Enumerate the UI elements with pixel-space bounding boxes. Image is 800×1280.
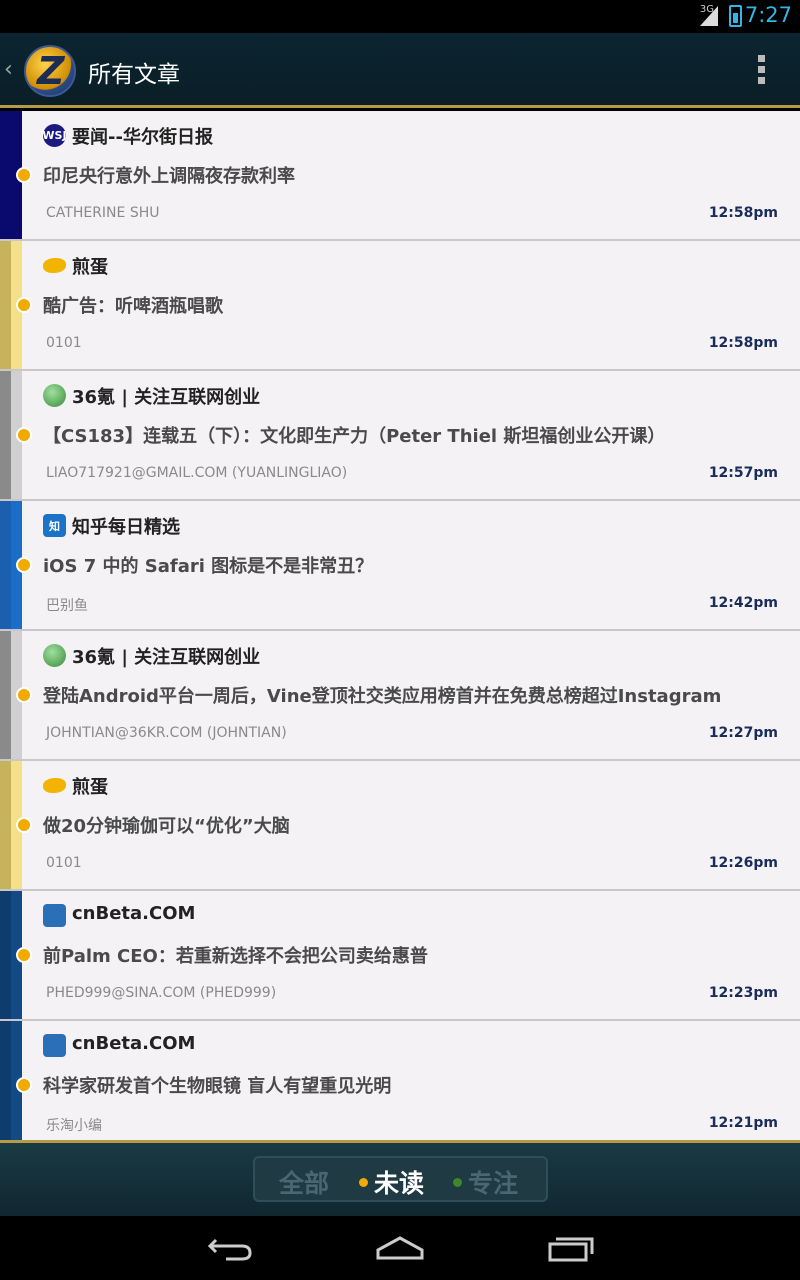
article-source: 知乎每日精选 <box>72 517 180 538</box>
article-row[interactable]: 煎蛋做20分钟瑜伽可以“优化”大脑 0101 12:26pm <box>0 761 800 891</box>
article-author: JOHNTIAN@36KR.COM (JOHNTIAN) <box>46 725 287 741</box>
signal-icon <box>700 6 718 26</box>
article-title[interactable]: 酷广告：听啤酒瓶唱歌 <box>43 292 223 318</box>
source-icon <box>43 1034 66 1057</box>
source-icon <box>43 644 66 667</box>
filter-all-tab[interactable]: 全部 <box>279 1164 329 1200</box>
source-color-bar <box>0 891 11 1019</box>
source-color-bar <box>0 241 11 369</box>
source-icon <box>43 904 66 927</box>
article-author: CATHERINE SHU <box>46 205 160 221</box>
unread-dot-icon <box>16 297 32 313</box>
article-title[interactable]: 做20分钟瑜伽可以“优化”大脑 <box>43 812 290 838</box>
source-icon <box>43 778 66 793</box>
filter-starred-tab[interactable]: 专注 <box>453 1164 518 1200</box>
article-author: 0101 <box>46 335 82 351</box>
status-time: 7:27 <box>744 3 792 27</box>
unread-dot-icon <box>16 687 32 703</box>
article-list[interactable]: WSJ 要闻--华尔街日报印尼央行意外上调隔夜存款利率 CATHERINE SHU 1… <box>0 111 800 1140</box>
article-time: 12:26pm <box>708 855 778 871</box>
source-icon <box>43 258 66 273</box>
action-bar: ‹ Z 所有文章 <box>0 33 800 108</box>
page-title: 所有文章 <box>88 62 180 88</box>
article-time: 12:21pm <box>708 1115 778 1131</box>
article-source: cnBeta.COM <box>72 1033 196 1054</box>
source-color-bar <box>0 631 11 759</box>
source-icon: 知 <box>43 514 66 537</box>
article-title[interactable]: 前Palm CEO：若重新选择不会把公司卖给惠普 <box>43 942 428 968</box>
article-title[interactable]: iOS 7 中的 Safari 图标是不是非常丑？ <box>43 552 373 578</box>
battery-icon <box>729 5 742 27</box>
article-row[interactable]: 知知乎每日精选 iOS 7 中的 Safari 图标是不是非常丑？ 巴别鱼 12:42… <box>0 501 800 631</box>
filter-segment: 全部 未读 专注 <box>253 1156 548 1202</box>
filter-unread-label: 未读 <box>374 1169 425 1198</box>
filter-bar: 全部 未读 专注 <box>0 1140 800 1216</box>
article-time: 12:23pm <box>708 985 778 1001</box>
filter-all-label: 全部 <box>279 1169 330 1198</box>
article-source: 煎蛋 <box>72 777 108 798</box>
unread-dot-icon <box>359 1177 368 1187</box>
overflow-menu-icon[interactable] <box>758 55 766 85</box>
article-author: 乐淘小编 <box>46 1118 102 1134</box>
nav-recent-apps-icon[interactable] <box>548 1232 596 1264</box>
article-author: 巴别鱼 <box>46 598 88 614</box>
article-time: 12:57pm <box>708 465 778 481</box>
article-row[interactable]: cnBeta.COM 前Palm CEO：若重新选择不会把公司卖给惠普 PHED99… <box>0 891 800 1021</box>
source-color-bar <box>0 501 11 629</box>
article-title[interactable]: 【CS183】连载五（下）：文化即生产力（Peter Thiel 斯坦福创业公开… <box>43 422 665 448</box>
unread-dot-icon <box>16 817 32 833</box>
source-color-bar <box>0 111 11 239</box>
status-bar: 3G 7:27 <box>0 0 800 33</box>
app-logo-icon[interactable]: Z <box>24 45 76 97</box>
source-color-bar <box>0 761 11 889</box>
article-source: cnBeta.COM <box>72 903 196 924</box>
article-source: 煎蛋 <box>72 257 108 278</box>
article-row[interactable]: cnBeta.COM 科学家研发首个生物眼镜 盲人有望重见光明乐淘小编 12:21p… <box>0 1021 800 1140</box>
unread-dot-icon <box>16 427 32 443</box>
article-time: 12:58pm <box>708 335 778 351</box>
article-time: 12:42pm <box>708 595 778 611</box>
unread-dot-icon <box>16 167 32 183</box>
article-row[interactable]: WSJ 要闻--华尔街日报印尼央行意外上调隔夜存款利率 CATHERINE SHU 1… <box>0 111 800 241</box>
filter-starred-label: 专注 <box>468 1169 519 1198</box>
nav-back-icon[interactable] <box>206 1232 254 1264</box>
article-title[interactable]: 印尼央行意外上调隔夜存款利率 <box>43 162 295 188</box>
article-row[interactable]: 36氪 | 关注互联网创业登陆Android平台一周后，Vine登顶社交类应用榜… <box>0 631 800 761</box>
nav-home-icon[interactable] <box>376 1232 424 1264</box>
article-source: 36氪 | 关注互联网创业 <box>72 647 261 668</box>
source-color-bar <box>0 371 11 499</box>
article-author: LIAO717921@GMAIL.COM (YUANLINGLIAO) <box>46 465 348 481</box>
article-time: 12:58pm <box>708 205 778 221</box>
unread-dot-icon <box>16 557 32 573</box>
article-row[interactable]: 煎蛋酷广告：听啤酒瓶唱歌 0101 12:58pm <box>0 241 800 371</box>
article-row[interactable]: 36氪 | 关注互联网创业【CS183】连载五（下）：文化即生产力（Peter … <box>0 371 800 501</box>
article-author: PHED999@SINA.COM (PHED999) <box>46 985 277 1001</box>
article-time: 12:27pm <box>708 725 778 741</box>
source-color-bar <box>0 1021 11 1140</box>
source-icon: WSJ <box>42 124 67 147</box>
article-author: 0101 <box>46 855 82 871</box>
source-icon <box>43 384 66 407</box>
article-title[interactable]: 科学家研发首个生物眼镜 盲人有望重见光明 <box>43 1072 391 1098</box>
article-source: 要闻--华尔街日报 <box>72 127 213 148</box>
unread-dot-icon <box>16 947 32 963</box>
article-source: 36氪 | 关注互联网创业 <box>72 387 261 408</box>
starred-dot-icon <box>453 1177 462 1187</box>
unread-dot-icon <box>16 1077 32 1093</box>
article-title[interactable]: 登陆Android平台一周后，Vine登顶社交类应用榜首并在免费总榜超过Inst… <box>43 682 721 708</box>
back-chevron-icon[interactable]: ‹ <box>4 57 13 82</box>
filter-unread-tab[interactable]: 未读 <box>359 1164 424 1200</box>
navigation-bar <box>0 1216 800 1280</box>
